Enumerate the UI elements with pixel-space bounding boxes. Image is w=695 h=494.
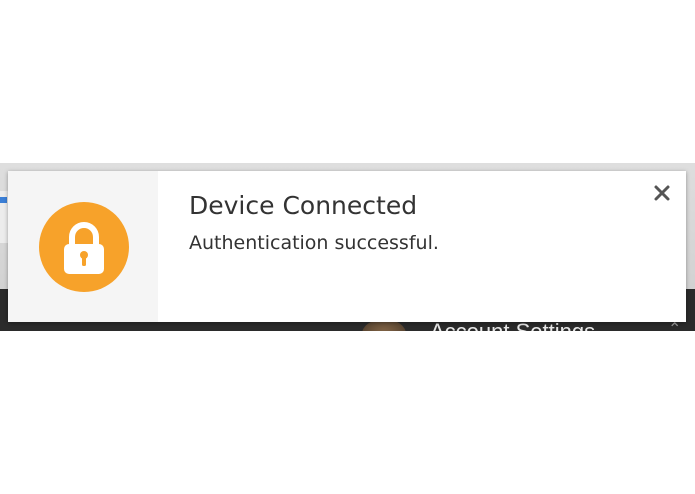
notification-toast[interactable]: Device Connected Authentication successf… bbox=[8, 171, 686, 322]
background-tab-edge bbox=[0, 191, 8, 243]
close-icon bbox=[654, 185, 670, 201]
notification-content: Device Connected Authentication successf… bbox=[158, 171, 686, 322]
lock-icon bbox=[39, 201, 129, 292]
screen: Account Settings ⌃ Device Connected bbox=[0, 0, 695, 494]
notification-icon-panel bbox=[8, 171, 158, 322]
notification-message: Authentication successful. bbox=[189, 232, 439, 254]
notification-title: Device Connected bbox=[189, 191, 418, 220]
background-tab-icon bbox=[0, 197, 7, 203]
close-button[interactable] bbox=[652, 183, 672, 203]
